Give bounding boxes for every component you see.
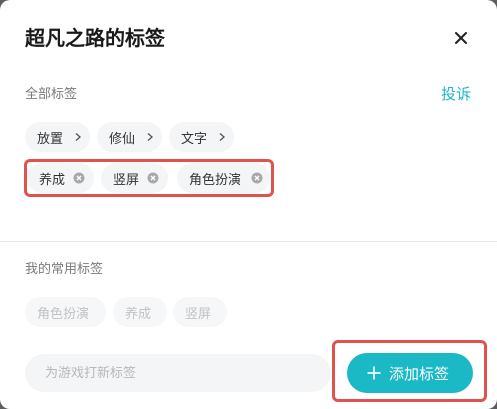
divider (0, 241, 497, 242)
chip-label: 放置 (37, 131, 64, 147)
tag-dialog: 超凡之路的标签 全部标签 投诉 放置 修仙 文字 养成 竖屏 角色扮演 我的常用… (0, 0, 497, 409)
chevron-right-icon (75, 133, 81, 141)
chevron-right-icon (219, 133, 225, 141)
category-chip-fangzhi[interactable]: 放置 (25, 122, 90, 152)
report-link[interactable]: 投诉 (441, 84, 471, 104)
dialog-title: 超凡之路的标签 (25, 26, 165, 50)
chevron-right-icon (147, 133, 153, 141)
common-chip-jueseBanyan[interactable]: 角色扮演 (25, 297, 106, 327)
chip-label: 修仙 (109, 131, 136, 147)
common-chip-shuping[interactable]: 竖屏 (173, 297, 227, 327)
selected-tags-highlight (24, 159, 274, 197)
category-chip-xiuxian[interactable]: 修仙 (97, 122, 162, 152)
common-chip-yangcheng[interactable]: 养成 (113, 297, 167, 327)
chip-label: 养成 (125, 306, 152, 322)
category-chip-wenzi[interactable]: 文字 (169, 122, 234, 152)
add-tag-label: 添加标签 (389, 364, 450, 383)
new-tag-field[interactable] (25, 354, 331, 392)
chip-label: 角色扮演 (37, 306, 90, 322)
close-icon[interactable] (449, 26, 473, 50)
chip-label: 文字 (181, 131, 208, 147)
chip-label: 竖屏 (185, 306, 212, 322)
new-tag-input[interactable] (45, 365, 315, 381)
all-tags-label: 全部标签 (25, 87, 78, 102)
plus-icon (367, 366, 381, 380)
common-tags-label: 我的常用标签 (25, 262, 104, 277)
add-tag-button[interactable]: 添加标签 (347, 353, 473, 393)
